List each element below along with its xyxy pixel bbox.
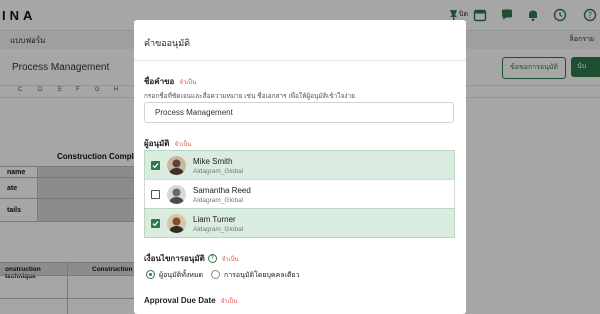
- request-name-label: ชื่อคำขอ จำเป็น: [144, 75, 196, 88]
- approvers-label: ผู้อนุมัติ จำเป็น: [144, 137, 191, 150]
- request-name-input[interactable]: Process Management: [144, 102, 454, 123]
- radio-label[interactable]: ผู้อนุมัติทั้งหมด: [159, 270, 203, 281]
- checkbox[interactable]: [151, 161, 160, 170]
- avatar: [167, 185, 186, 204]
- approver-row[interactable]: Samantha Reed Aldagram_Global: [144, 179, 455, 209]
- question-icon[interactable]: ?: [207, 254, 217, 264]
- due-date-label-text: Approval Due Date: [144, 296, 216, 305]
- request-name-hint: กรอกชื่อที่ชัดเจนและสื่อความหมาย เช่น ชื…: [144, 93, 355, 100]
- app-window: INA ปิด ? แบบฟอร์ม ล็อกราย Process Manag…: [0, 0, 600, 314]
- modal-title: คำขออนุมัติ: [144, 38, 190, 48]
- avatar: [167, 156, 186, 175]
- approver-name: Liam Turner: [193, 215, 236, 224]
- approver-org: Aldagram_Global: [193, 226, 244, 233]
- condition-label-text: เงื่อนไขการอนุมัติ: [144, 254, 205, 263]
- required-badge: จำเป็น: [179, 80, 197, 86]
- radio-label[interactable]: การอนุมัติโดยบุคคลเดียว: [224, 270, 300, 281]
- divider: [134, 60, 466, 61]
- approver-name: Mike Smith: [193, 157, 233, 166]
- request-name-label-text: ชื่อคำขอ: [144, 77, 175, 86]
- approvers-label-text: ผู้อนุมัติ: [144, 139, 170, 148]
- approver-name: Samantha Reed: [193, 186, 251, 195]
- approver-row[interactable]: Mike Smith Aldagram_Global: [144, 150, 455, 180]
- condition-label: เงื่อนไขการอนุมัติ? จำเป็น: [144, 252, 239, 265]
- checkbox[interactable]: [151, 190, 160, 199]
- radio-single-approver[interactable]: [211, 270, 220, 279]
- approver-org: Aldagram_Global: [193, 168, 244, 175]
- required-badge: จำเป็น: [174, 142, 192, 148]
- required-badge: จำเป็น: [220, 299, 238, 305]
- checkbox[interactable]: [151, 219, 160, 228]
- radio-all-approvers[interactable]: [146, 270, 155, 279]
- approver-row[interactable]: Liam Turner Aldagram_Global: [144, 208, 455, 238]
- approver-org: Aldagram_Global: [193, 197, 244, 204]
- required-badge: จำเป็น: [221, 257, 239, 263]
- avatar: [167, 214, 186, 233]
- approval-request-modal: คำขออนุมัติ ชื่อคำขอ จำเป็น กรอกชื่อที่ชั…: [134, 20, 466, 314]
- due-date-label: Approval Due Date จำเป็น: [144, 296, 237, 306]
